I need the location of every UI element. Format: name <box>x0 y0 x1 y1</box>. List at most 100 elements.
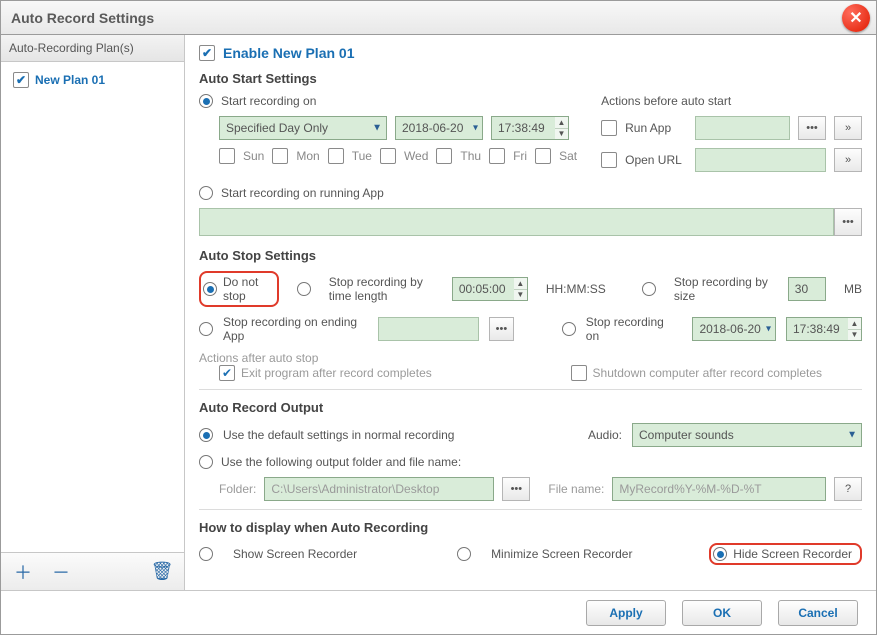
label-stop-ending-app: Stop recording on ending App <box>223 315 368 343</box>
chevron-down-icon: ▼ <box>848 330 861 341</box>
select-start-date[interactable]: 2018-06-20 ▾ <box>395 116 483 140</box>
stop-on-time-value: 17:38:49 <box>793 322 840 336</box>
radio-default-output[interactable] <box>199 428 213 442</box>
radio-show-recorder[interactable] <box>199 547 213 561</box>
input-start-time[interactable]: 17:38:49 <box>491 116 555 140</box>
radio-stop-ending-app[interactable] <box>199 322 213 336</box>
help-filename-button[interactable]: ? <box>834 477 862 501</box>
radio-start-running-app[interactable] <box>199 186 213 200</box>
lbl-fri: Fri <box>513 149 527 163</box>
chevron-right-icon: » <box>845 154 851 166</box>
stop-time-value: 00:05:00 <box>459 282 506 296</box>
chk-tue[interactable] <box>328 148 344 164</box>
lbl-open-url: Open URL <box>625 153 687 167</box>
radio-stop-time[interactable] <box>297 282 311 296</box>
radio-do-not-stop[interactable] <box>203 282 217 296</box>
highlight-do-not-stop: Do not stop <box>199 271 279 307</box>
section-auto-start: Auto Start Settings <box>199 71 862 86</box>
lbl-tue: Tue <box>352 149 372 163</box>
apply-button[interactable]: Apply <box>586 600 666 626</box>
chk-sat[interactable] <box>535 148 551 164</box>
input-ending-app[interactable] <box>378 317 479 341</box>
separator <box>199 389 862 390</box>
remove-plan-button[interactable]: － <box>51 562 71 582</box>
input-running-app[interactable] <box>199 208 834 236</box>
radio-start-on[interactable] <box>199 94 213 108</box>
chk-shutdown-after[interactable] <box>571 365 587 381</box>
audio-value: Computer sounds <box>639 428 734 442</box>
sidebar-item-plan[interactable]: New Plan 01 <box>1 62 184 98</box>
lbl-thu: Thu <box>460 149 481 163</box>
stop-time-spinner[interactable]: ▲▼ <box>514 277 528 301</box>
lbl-wed: Wed <box>404 149 428 163</box>
chevron-down-icon: ▾ <box>473 123 478 134</box>
close-icon: ✕ <box>849 8 862 28</box>
input-stop-size[interactable]: 30 <box>788 277 826 301</box>
ellipsis-icon: ••• <box>511 483 523 495</box>
input-folder[interactable]: C:\Users\Administrator\Desktop <box>264 477 494 501</box>
weekday-row: Sun Mon Tue Wed Thu Fri Sat <box>219 148 577 164</box>
browse-run-app-button[interactable]: ••• <box>798 116 826 140</box>
radio-minimize-recorder[interactable] <box>457 547 471 561</box>
select-stop-date[interactable]: 2018-06-20▾ <box>692 317 776 341</box>
ok-button[interactable]: OK <box>682 600 762 626</box>
section-output: Auto Record Output <box>199 400 862 415</box>
cancel-button[interactable]: Cancel <box>778 600 858 626</box>
chevron-up-icon: ▲ <box>848 318 861 330</box>
input-run-app[interactable] <box>695 116 790 140</box>
chk-open-url[interactable] <box>601 152 617 168</box>
input-stop-time[interactable]: 00:05:00 <box>452 277 514 301</box>
chk-exit-after[interactable] <box>219 365 235 381</box>
input-open-url[interactable] <box>695 148 826 172</box>
radio-custom-output[interactable] <box>199 455 213 469</box>
stop-date-value: 2018-06-20 <box>699 322 760 336</box>
stop-on-time-spinner[interactable]: ▲▼ <box>848 317 862 341</box>
chk-wed[interactable] <box>380 148 396 164</box>
sidebar-header: Auto-Recording Plan(s) <box>1 35 184 62</box>
chk-run-app[interactable] <box>601 120 617 136</box>
browse-running-app-button[interactable]: ••• <box>834 208 862 236</box>
radio-stop-on-date[interactable] <box>562 322 576 336</box>
titlebar: Auto Record Settings ✕ <box>1 1 876 35</box>
plan-list: New Plan 01 <box>1 62 184 552</box>
label-show-recorder: Show Screen Recorder <box>233 547 357 561</box>
radio-stop-size[interactable] <box>642 282 656 296</box>
label-audio: Audio: <box>588 428 622 442</box>
enable-plan-checkbox[interactable] <box>199 45 215 61</box>
close-button[interactable]: ✕ <box>842 4 870 32</box>
chevron-down-icon: ▼ <box>555 129 568 140</box>
label-hide-recorder: Hide Screen Recorder <box>733 547 852 561</box>
section-auto-stop: Auto Stop Settings <box>199 248 862 263</box>
chevron-up-icon: ▲ <box>555 117 568 129</box>
chk-fri[interactable] <box>489 148 505 164</box>
apply-label: Apply <box>609 606 642 620</box>
chk-mon[interactable] <box>272 148 288 164</box>
browse-folder-button[interactable]: ••• <box>502 477 530 501</box>
select-audio[interactable]: Computer sounds▼ <box>632 423 862 447</box>
chk-thu[interactable] <box>436 148 452 164</box>
label-filename: File name: <box>548 482 604 496</box>
label-actions-before: Actions before auto start <box>601 94 862 108</box>
input-filename[interactable]: MyRecord%Y-%M-%D-%T <box>612 477 826 501</box>
label-start-on: Start recording on <box>221 94 316 108</box>
arrow-run-app-button[interactable]: » <box>834 116 862 140</box>
stop-size-value: 30 <box>795 282 808 296</box>
delete-plan-button[interactable]: 🗑 <box>152 562 172 582</box>
select-day-mode-value: Specified Day Only <box>226 121 328 135</box>
plan-label: New Plan 01 <box>35 73 105 87</box>
start-date-value: 2018-06-20 <box>402 121 463 135</box>
browse-ending-app-button[interactable]: ••• <box>489 317 515 341</box>
time-spinner[interactable]: ▲▼ <box>555 116 569 140</box>
label-stop-time: Stop recording by time length <box>329 275 434 303</box>
chevron-right-icon: » <box>845 122 851 134</box>
add-plan-button[interactable]: ＋ <box>13 562 33 582</box>
select-day-mode[interactable]: Specified Day Only ▼ <box>219 116 387 140</box>
sidebar-tools: ＋ － 🗑 <box>1 552 184 590</box>
arrow-open-url-button[interactable]: » <box>834 148 862 172</box>
chk-sun[interactable] <box>219 148 235 164</box>
input-stop-on-time[interactable]: 17:38:49 <box>786 317 848 341</box>
plan-checkbox[interactable] <box>13 72 29 88</box>
trash-icon: 🗑 <box>151 561 174 582</box>
lbl-mon: Mon <box>296 149 319 163</box>
radio-hide-recorder[interactable] <box>713 547 727 561</box>
